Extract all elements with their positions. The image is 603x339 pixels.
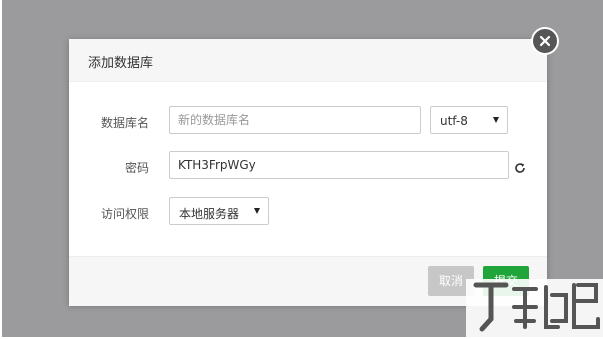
password-input[interactable] <box>169 151 509 179</box>
chevron-down-icon <box>254 208 260 214</box>
close-icon <box>539 35 551 47</box>
password-label: 密码 <box>124 161 149 175</box>
add-database-dialog: 添加数据库 数据库名 utf-8 密码 访问权限 本地服务器 取消 提交 <box>69 39 547 306</box>
chevron-down-icon <box>493 117 499 123</box>
watermark-logo <box>466 279 603 339</box>
charset-select-value: utf-8 <box>440 114 468 128</box>
dialog-title: 添加数据库 <box>88 56 154 71</box>
close-button[interactable] <box>531 27 559 55</box>
db-name-label: 数据库名 <box>100 116 149 130</box>
db-name-input[interactable] <box>169 106 421 134</box>
dialog-header: 添加数据库 <box>69 39 547 82</box>
access-select-value: 本地服务器 <box>179 207 240 221</box>
charset-select[interactable]: utf-8 <box>430 106 508 134</box>
refresh-icon[interactable] <box>514 159 526 178</box>
access-label: 访问权限 <box>100 207 149 221</box>
access-select[interactable]: 本地服务器 <box>169 197 269 225</box>
